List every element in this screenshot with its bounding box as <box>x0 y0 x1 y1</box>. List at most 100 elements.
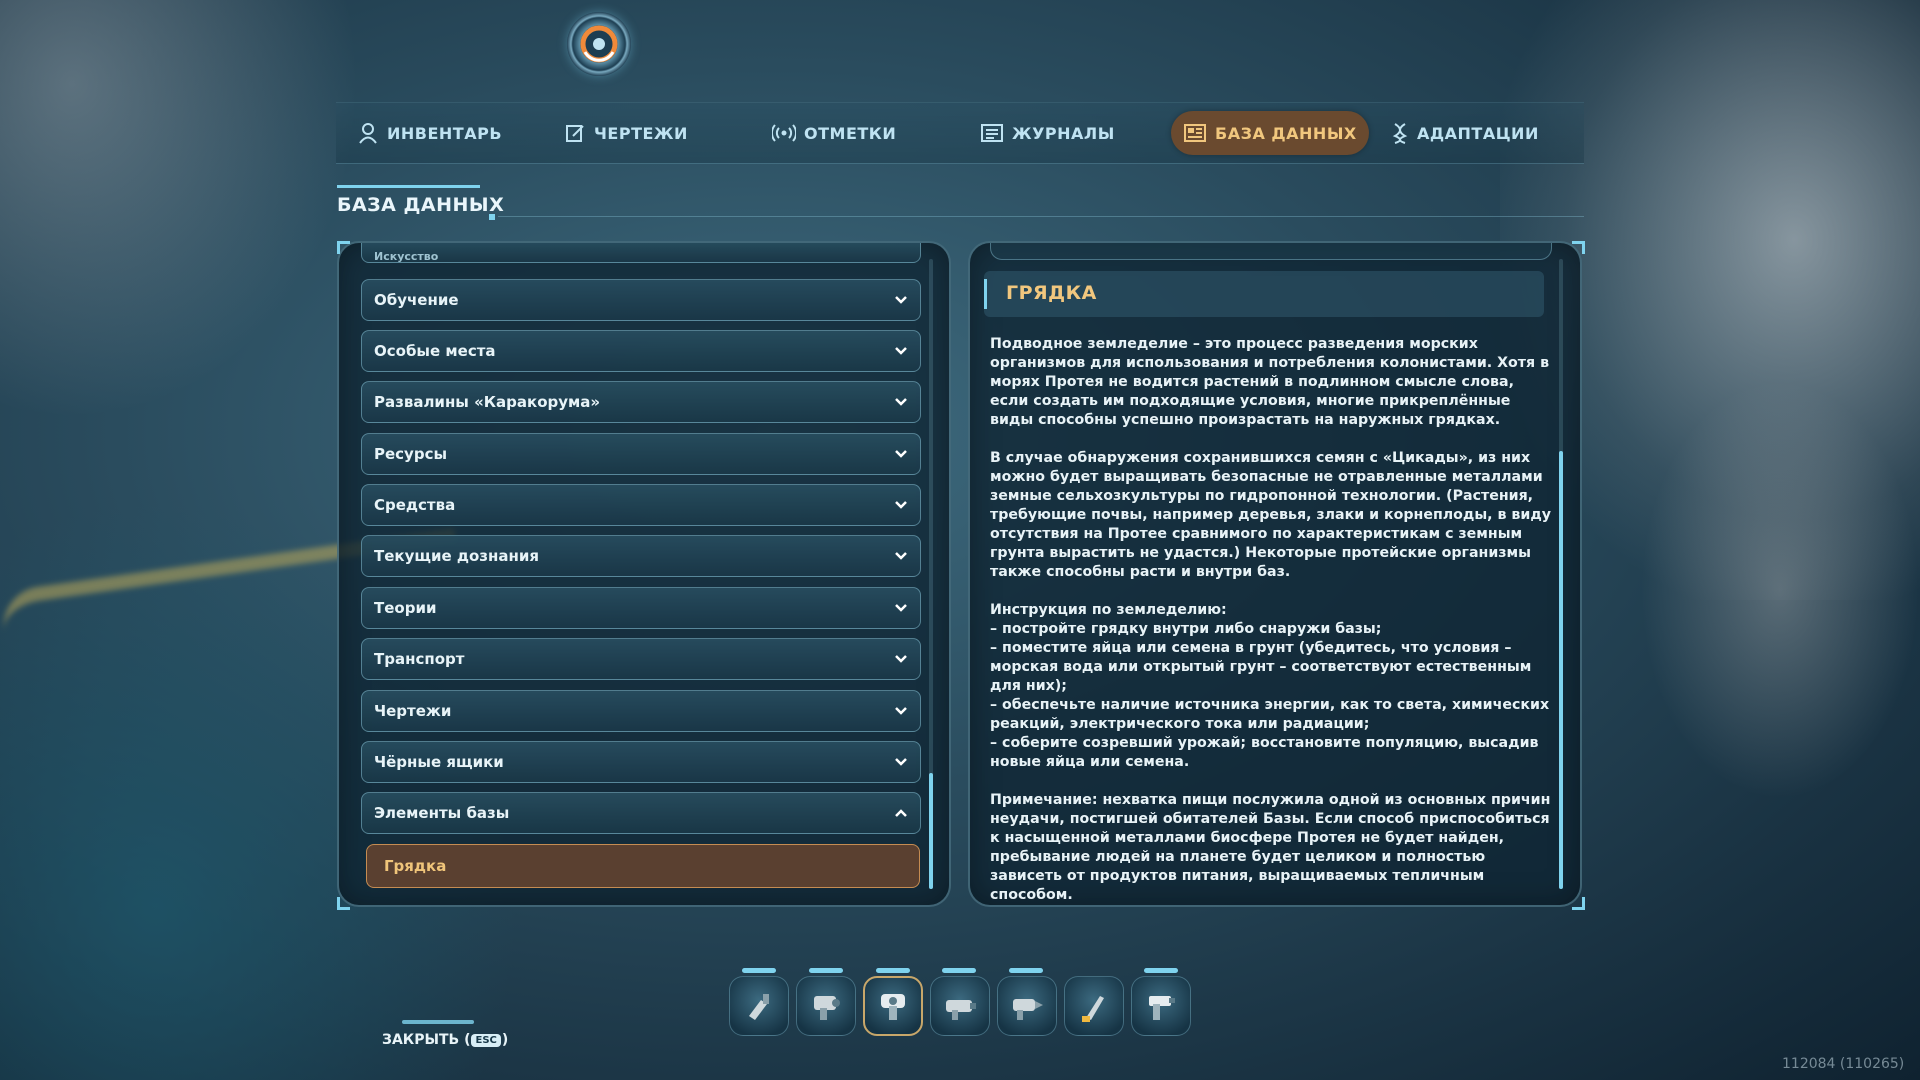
chevron-down-icon <box>895 604 907 612</box>
tool-slot-indicator <box>1009 968 1043 973</box>
close-label: ЗАКРЫТЬ ( <box>382 1032 471 1048</box>
category-label: Средства <box>374 496 456 514</box>
repair-tool-icon <box>946 1000 976 1020</box>
category-item[interactable]: Чертежи <box>361 690 921 732</box>
close-button[interactable]: ЗАКРЫТЬ ( ESC ) <box>382 1032 508 1048</box>
tool-slot-indicator <box>742 968 776 973</box>
tab-database[interactable]: БАЗА ДАННЫХ <box>1171 111 1369 155</box>
tab-label: ОТМЕТКИ <box>804 123 897 143</box>
panel-corner <box>1572 897 1585 910</box>
category-label: Развалины «Каракорума» <box>374 393 601 411</box>
category-list: Искусство Обучение Особые места Развалин… <box>361 243 923 905</box>
tool-slot-indicator <box>876 968 910 973</box>
database-icon <box>1184 124 1206 142</box>
tab-label: АДАПТАЦИИ <box>1417 123 1539 143</box>
entry-label: Грядка <box>384 857 447 875</box>
tab-label: ЧЕРТЕЖИ <box>594 123 688 143</box>
chevron-down-icon <box>895 296 907 304</box>
log-icon <box>981 124 1003 142</box>
entry-title-accent <box>984 279 987 309</box>
database-entry-selected[interactable]: Грядка <box>366 844 920 888</box>
blueprint-icon <box>566 125 584 142</box>
tool-slot[interactable] <box>997 976 1057 1036</box>
esc-key-badge: ESC <box>471 1033 501 1047</box>
chevron-down-icon <box>895 552 907 560</box>
category-label: Особые места <box>374 342 496 360</box>
category-item[interactable]: Развалины «Каракорума» <box>361 381 921 423</box>
chevron-down-icon <box>895 398 907 406</box>
tab-inventory[interactable]: ИНВЕНТАРЬ <box>345 111 514 155</box>
category-item[interactable]: Искусство <box>361 243 921 263</box>
tool-slot-indicator <box>809 968 843 973</box>
gun-tool-icon <box>1149 996 1175 1020</box>
category-item[interactable]: Средства <box>361 484 921 526</box>
tool-slot[interactable] <box>863 976 923 1036</box>
panel-corner <box>337 897 350 910</box>
close-accent <box>402 1020 474 1024</box>
top-navigation: ИНВЕНТАРЬ ЧЕРТЕЖИ ОТМЕТКИ ЖУРНАЛЫ БАЗА Д… <box>336 102 1584 164</box>
panel-corner <box>1572 241 1585 254</box>
section-dot <box>489 214 495 220</box>
entry-paragraph: Примечание: нехватка пищи послужила одно… <box>990 792 1551 903</box>
background-blur <box>1640 380 1920 800</box>
category-scrollbar-thumb[interactable] <box>929 773 933 889</box>
category-item[interactable]: Текущие дознания <box>361 535 921 577</box>
entry-title: ГРЯДКА <box>1006 282 1097 304</box>
build-version: 112084 (110265) <box>1782 1056 1905 1072</box>
tool-slot[interactable] <box>1064 976 1124 1036</box>
category-panel: Искусство Обучение Особые места Развалин… <box>337 241 951 907</box>
category-item[interactable]: Обучение <box>361 279 921 321</box>
tool-slot[interactable] <box>729 976 789 1036</box>
tool-slot-indicator <box>1144 968 1178 973</box>
signal-icon <box>772 124 796 142</box>
section-title: БАЗА ДАННЫХ <box>337 194 505 216</box>
chevron-up-icon <box>895 809 907 817</box>
diver-icon <box>359 123 377 144</box>
entry-text: Подводное земледелие – это процесс разве… <box>990 335 1552 905</box>
tab-blueprints[interactable]: ЧЕРТЕЖИ <box>552 111 700 155</box>
category-item[interactable]: Ресурсы <box>361 433 921 475</box>
section-divider <box>498 216 1584 217</box>
scanner-tool-icon <box>814 996 840 1020</box>
entry-header-strip <box>990 243 1552 260</box>
background-blur <box>0 0 360 420</box>
tab-label: ЖУРНАЛЫ <box>1012 123 1115 143</box>
tool-slot[interactable] <box>796 976 856 1036</box>
category-item[interactable]: Транспорт <box>361 638 921 680</box>
category-label: Чёрные ящики <box>374 753 504 771</box>
tab-logs[interactable]: ЖУРНАЛЫ <box>968 111 1127 155</box>
tab-markers[interactable]: ОТМЕТКИ <box>760 111 908 155</box>
tab-adaptations[interactable]: АДАПТАЦИИ <box>1379 111 1551 155</box>
category-label: Элементы базы <box>374 804 510 822</box>
entry-scrollbar-thumb[interactable] <box>1559 451 1563 889</box>
section-accent <box>337 185 480 188</box>
entry-title-bar: ГРЯДКА <box>984 271 1544 317</box>
category-label: Ресурсы <box>374 445 448 463</box>
tool-slot[interactable] <box>930 976 990 1036</box>
entry-panel: ГРЯДКА Подводное земледелие – это процес… <box>968 241 1582 907</box>
tool-slot[interactable] <box>1131 976 1191 1036</box>
knife-tool-icon <box>1082 996 1104 1022</box>
entry-paragraph: В случае обнаружения сохранившихся семян… <box>990 450 1552 580</box>
chevron-down-icon <box>895 655 907 663</box>
category-item[interactable]: Чёрные ящики <box>361 741 921 783</box>
category-label: Текущие дознания <box>374 547 539 565</box>
dna-icon <box>1392 123 1408 144</box>
cutter-tool-icon <box>749 994 769 1020</box>
category-item[interactable]: Теории <box>361 587 921 629</box>
panel-corner <box>337 241 350 254</box>
category-item[interactable]: Особые места <box>361 330 921 372</box>
category-label: Искусство <box>374 250 439 263</box>
category-item[interactable]: Элементы базы <box>361 792 921 834</box>
builder-tool-icon <box>881 994 905 1020</box>
chevron-down-icon <box>895 758 907 766</box>
category-label: Транспорт <box>374 650 465 668</box>
tab-label: ИНВЕНТАРЬ <box>387 123 503 143</box>
category-label: Теории <box>374 599 437 617</box>
chevron-down-icon <box>895 347 907 355</box>
chevron-down-icon <box>895 707 907 715</box>
category-label: Чертежи <box>374 702 452 720</box>
entry-paragraph: Инструкция по земледелию: – постройте гр… <box>990 602 1550 770</box>
category-label: Обучение <box>374 291 459 309</box>
entry-paragraph: Подводное земледелие – это процесс разве… <box>990 336 1550 428</box>
